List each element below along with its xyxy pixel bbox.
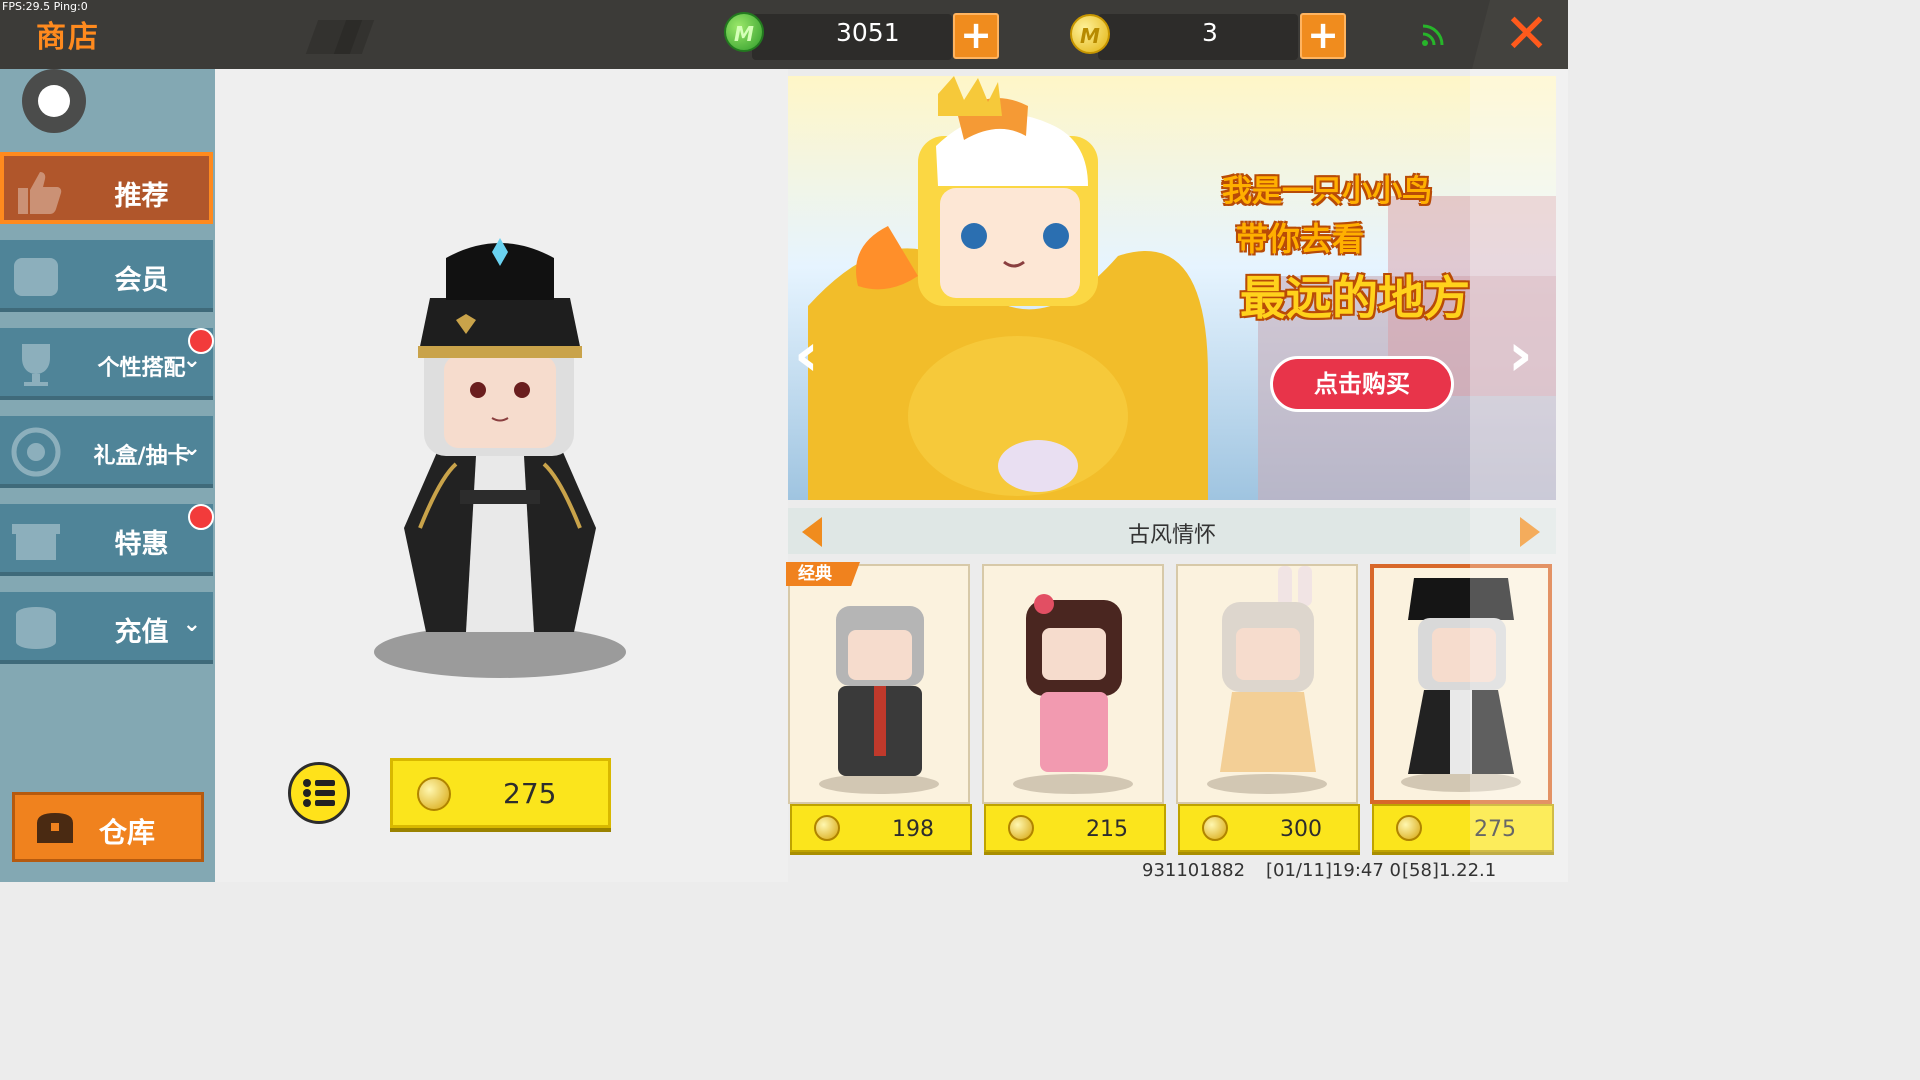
outfit-card[interactable]: [1176, 564, 1358, 804]
banner-tagline-3: 最远的地方: [1240, 271, 1470, 325]
coin-balance-box: [1098, 14, 1298, 60]
chest-icon: [37, 813, 73, 843]
close-button[interactable]: ✕: [1472, 0, 1568, 69]
user-id: 931101882: [1142, 860, 1246, 881]
signal-icon: [1422, 24, 1444, 46]
notification-dot: [188, 504, 214, 530]
trophy-icon: [22, 344, 50, 386]
sidebar-item-recommended[interactable]: 推荐: [0, 152, 213, 224]
coin-currency-icon: M: [1070, 14, 1110, 54]
price-label: 215: [1086, 817, 1128, 842]
membership-icon: [14, 258, 58, 296]
gift-icon: [12, 524, 60, 560]
coin-icon: [1202, 815, 1228, 841]
coin-icon: [814, 815, 840, 841]
gem-currency-icon: M: [724, 12, 764, 52]
character-model[interactable]: [360, 228, 640, 688]
outfit-set-bar: 古风情怀: [788, 508, 1556, 554]
outfit-thumbnail: [1013, 594, 1133, 794]
close-icon: ✕: [1504, 2, 1550, 65]
gacha-icon: [11, 427, 61, 477]
warehouse-label: 仓库: [99, 816, 156, 849]
banner-tagline-1: 我是一只小小鸟: [1222, 174, 1432, 209]
add-coins-button[interactable]: +: [1300, 13, 1346, 59]
outfit-thumbnail: [1207, 566, 1327, 794]
price-label: 300: [1280, 817, 1322, 842]
coin-icon: [1008, 815, 1034, 841]
sidebar-item-deals[interactable]: 特惠: [0, 504, 213, 576]
list-icon: [303, 779, 335, 807]
sidebar-item-recharge[interactable]: 充值 ⌄: [0, 592, 213, 664]
outfit-card[interactable]: [982, 564, 1164, 804]
add-gems-button[interactable]: +: [953, 13, 999, 59]
sidebar-item-label: 特惠: [114, 529, 169, 560]
outfit-buy-button[interactable]: 215: [984, 804, 1166, 852]
chevron-down-icon: ⌄: [182, 436, 201, 461]
classic-badge: 经典: [786, 562, 860, 586]
page-title: 商店: [36, 20, 100, 55]
buy-outfit-button[interactable]: 275: [390, 758, 611, 828]
price-label: 198: [892, 817, 934, 842]
coin-icon: [417, 777, 451, 811]
version-label: [58]1.22.1: [1402, 860, 1497, 881]
coin-balance: 3: [1202, 18, 1218, 47]
timestamp: [01/11]19:47 0: [1266, 860, 1401, 881]
banner-prev-arrow[interactable]: ‹: [794, 320, 819, 390]
outfit-buy-button[interactable]: 300: [1178, 804, 1360, 852]
sidebar-item-label: 会员: [114, 265, 169, 296]
banner-tagline-2: 带你去看: [1236, 220, 1365, 258]
sidebar-item-style[interactable]: 个性搭配 ⌄: [0, 328, 213, 400]
debug-overlay: FPS:29.5 Ping:0: [2, 0, 88, 13]
set-title: 古风情怀: [1127, 523, 1216, 548]
sidebar-item-label: 推荐: [114, 181, 169, 212]
toggle-switch[interactable]: [22, 69, 86, 133]
warehouse-button[interactable]: 仓库: [12, 792, 204, 862]
outfit-buy-button[interactable]: 198: [790, 804, 972, 852]
coin-stack-icon: [16, 607, 56, 649]
price-label: 275: [503, 777, 557, 810]
outfit-list-button[interactable]: [288, 762, 350, 824]
sidebar-item-giftbox[interactable]: 礼盒/抽卡 ⌄: [0, 416, 213, 488]
chevron-down-icon: ⌄: [182, 612, 201, 637]
outfit-thumbnail: [819, 606, 939, 794]
banner-buy-button[interactable]: 点击购买: [1270, 356, 1454, 412]
thumbs-up-icon: [18, 172, 62, 214]
sidebar-item-membership[interactable]: 会员: [0, 240, 213, 312]
top-bar: 商店 M 3051 + M 3 + ✕: [0, 0, 1568, 69]
coin-icon: [1396, 815, 1422, 841]
notification-dot: [188, 328, 214, 354]
outfit-card[interactable]: [788, 564, 970, 804]
gem-balance: 3051: [836, 18, 900, 47]
side-overlay: [1470, 69, 1568, 882]
